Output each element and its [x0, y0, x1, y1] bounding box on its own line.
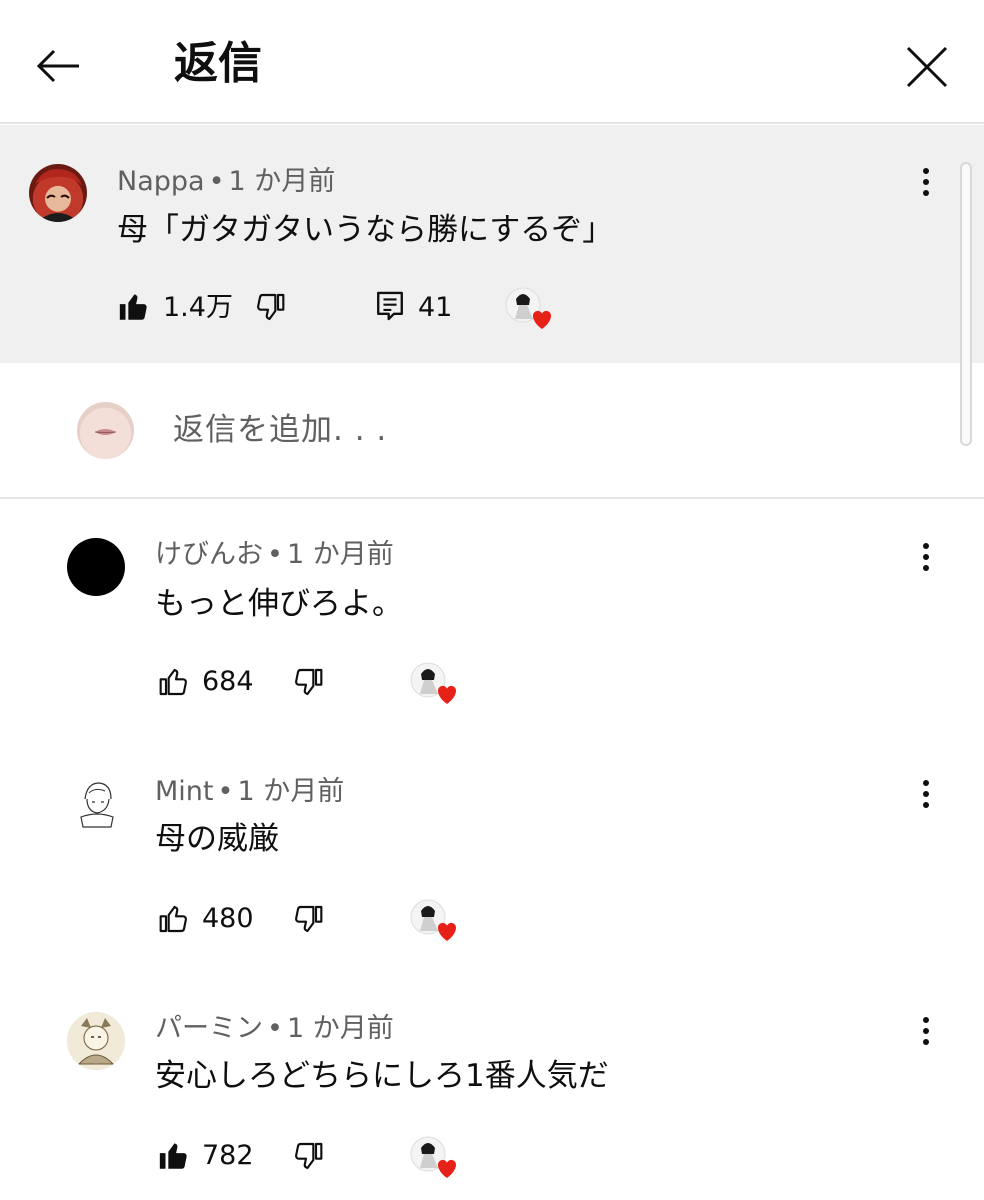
comment-age: 1 か月前	[286, 1013, 394, 1044]
more-options-button[interactable]	[911, 535, 941, 579]
comment-icon	[377, 291, 403, 321]
comment-author[interactable]: けびんお	[155, 539, 263, 570]
more-vert-icon-dot	[923, 802, 929, 808]
like-count: 480	[202, 903, 254, 934]
avatar[interactable]	[29, 164, 87, 222]
comment-meta: パーミン • 1 か月前	[155, 1011, 394, 1047]
comment-meta: Mint • 1 か月前	[155, 774, 344, 810]
more-vert-icon-dot	[923, 554, 929, 560]
heart-icon	[410, 1136, 457, 1178]
dislike-button[interactable]	[290, 1138, 326, 1174]
thumbs-up-icon	[159, 905, 187, 933]
thumbs-up-icon	[159, 668, 187, 696]
parent-comment: Nappa • 1 か月前 母「ガタガタいうなら勝にするぞ」 1.4万 41	[0, 125, 984, 363]
more-vert-icon	[923, 543, 929, 549]
comment-text: 母「ガタガタいうなら勝にするぞ」	[117, 212, 614, 248]
heart-icon	[505, 287, 552, 329]
comment-text: 安心しろどちらにしろ1番人気だ	[155, 1058, 609, 1094]
thumbs-up-icon	[119, 294, 147, 320]
more-vert-icon-dot	[923, 179, 929, 185]
comment-meta: けびんお • 1 か月前	[155, 537, 394, 573]
more-vert-icon	[923, 1017, 929, 1023]
comment-age: 1 か月前	[286, 539, 394, 570]
more-vert-icon	[923, 780, 929, 786]
comment-author[interactable]: パーミン	[155, 1013, 263, 1044]
thumbs-down-icon	[295, 668, 323, 696]
more-vert-icon-dot	[923, 791, 929, 797]
creator-heart-badge	[410, 897, 457, 941]
heart-icon	[410, 899, 457, 941]
dislike-button[interactable]	[290, 901, 326, 937]
creator-heart-badge	[410, 660, 457, 704]
comment-age: 1 か月前	[237, 776, 345, 807]
comment-text: もっと伸びろよ。	[155, 586, 403, 622]
header: 返信	[0, 0, 984, 124]
comment-meta: Nappa • 1 か月前	[117, 164, 335, 200]
thumbs-down-icon	[295, 1142, 323, 1170]
like-button[interactable]	[156, 1138, 192, 1174]
meta-separator: •	[208, 166, 225, 197]
like-count: 1.4万	[163, 292, 233, 323]
more-vert-icon-dot	[923, 1039, 929, 1045]
more-options-button[interactable]	[911, 160, 941, 204]
comment-age: 1 か月前	[228, 166, 336, 197]
scrollbar[interactable]	[960, 162, 972, 446]
comment-author[interactable]: Mint	[155, 776, 214, 807]
meta-separator: •	[267, 539, 283, 570]
more-vert-icon-dot	[923, 565, 929, 571]
comment-text: 母の威厳	[155, 821, 279, 857]
more-vert-icon-dot	[923, 1028, 929, 1034]
like-button[interactable]	[156, 664, 192, 700]
close-button[interactable]	[898, 38, 956, 96]
add-reply-row: 返信を追加. . .	[0, 363, 984, 499]
reply-count: 41	[418, 292, 453, 323]
thumbs-down-icon	[295, 905, 323, 933]
like-count: 684	[202, 666, 254, 697]
more-options-button[interactable]	[911, 772, 941, 816]
reply-button[interactable]	[372, 287, 408, 325]
back-button[interactable]	[30, 38, 86, 94]
close-icon	[906, 46, 948, 88]
heart-icon	[410, 662, 457, 704]
dislike-button[interactable]	[252, 289, 288, 325]
thumbs-up-icon	[159, 1143, 187, 1169]
like-count: 782	[202, 1140, 254, 1171]
like-button[interactable]	[116, 289, 152, 325]
avatar[interactable]	[67, 1012, 125, 1070]
avatar[interactable]	[67, 775, 125, 833]
like-button[interactable]	[156, 901, 192, 937]
arrow-left-icon	[36, 49, 79, 83]
more-options-button[interactable]	[911, 1009, 941, 1053]
current-user-avatar	[77, 402, 134, 459]
comment-author[interactable]: Nappa	[117, 166, 205, 197]
thumbs-down-icon	[257, 293, 285, 321]
meta-separator: •	[267, 1013, 283, 1044]
avatar[interactable]	[67, 538, 125, 596]
creator-heart-badge	[410, 1134, 457, 1178]
more-vert-icon	[923, 168, 929, 174]
more-vert-icon-dot	[923, 190, 929, 196]
page-title: 返信	[174, 38, 262, 89]
dislike-button[interactable]	[290, 664, 326, 700]
add-reply-input[interactable]: 返信を追加. . .	[173, 409, 387, 451]
meta-separator: •	[217, 776, 234, 807]
creator-heart-badge	[505, 285, 552, 329]
